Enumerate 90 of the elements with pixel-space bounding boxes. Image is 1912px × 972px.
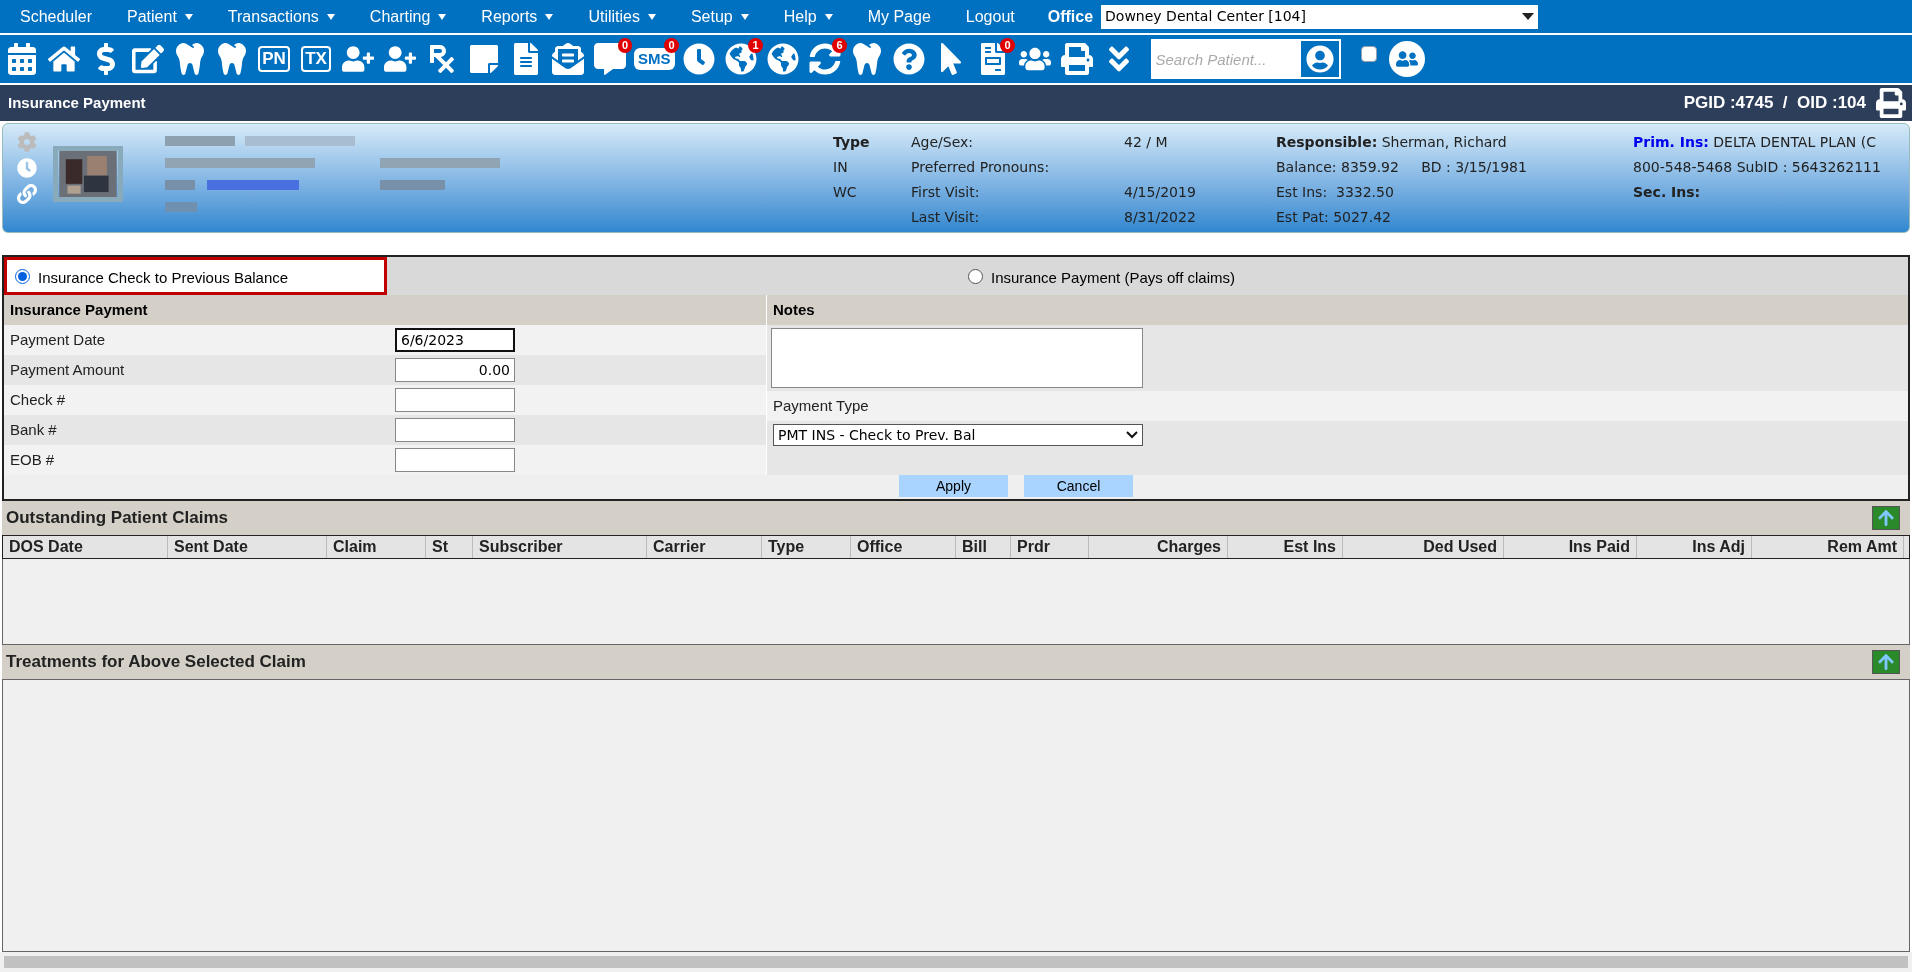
menu-item[interactable]: Transactions bbox=[227, 4, 335, 29]
detail-label: Preferred Pronouns: bbox=[911, 158, 1051, 177]
menu-item[interactable]: Reports bbox=[481, 4, 554, 29]
detail-label: Age/Sex: bbox=[911, 133, 975, 152]
column-header[interactable]: St bbox=[426, 536, 473, 558]
field-label: Check # bbox=[9, 389, 67, 410]
detail-label: First Visit: bbox=[911, 183, 981, 202]
section-header: Notes bbox=[767, 295, 1908, 325]
column-header[interactable]: Prdr bbox=[1011, 536, 1089, 558]
menu-item[interactable]: Charting bbox=[369, 4, 447, 29]
field-label: EOB # bbox=[9, 449, 56, 470]
printer-icon[interactable] bbox=[1876, 88, 1906, 118]
count-badge: 6 bbox=[832, 38, 847, 53]
column-header[interactable]: Charges bbox=[1089, 536, 1228, 558]
search-user-button[interactable] bbox=[1298, 39, 1341, 79]
column-header[interactable]: Carrier bbox=[647, 536, 762, 558]
caret-icon bbox=[184, 13, 193, 20]
notes-field[interactable] bbox=[771, 328, 1143, 388]
menu-item[interactable]: Setup bbox=[690, 4, 749, 29]
caret-icon bbox=[824, 13, 833, 20]
section-title: Treatments for Above Selected Claim bbox=[6, 651, 306, 674]
column-header[interactable]: Type bbox=[762, 536, 851, 558]
primary-insurance: Prim. Ins: DELTA DENTAL PLAN (C bbox=[1633, 133, 1877, 152]
column-header[interactable]: Ins Adj bbox=[1637, 536, 1752, 558]
field-label: Payment Type bbox=[773, 395, 869, 416]
input-field[interactable]: 0.00 bbox=[395, 358, 515, 382]
menu-item[interactable]: Utilities bbox=[588, 4, 656, 29]
type-heading: Type bbox=[833, 133, 871, 152]
field-label: Payment Date bbox=[9, 329, 107, 350]
input-field[interactable] bbox=[395, 418, 515, 442]
detail-value: 4/15/2019 bbox=[1124, 183, 1197, 202]
account-text: Balance: 8359.92 BD : 3/15/1981 bbox=[1276, 158, 1528, 177]
column-header[interactable]: Ins Paid bbox=[1504, 536, 1637, 558]
checkbox[interactable] bbox=[1360, 46, 1377, 62]
column-header[interactable]: Est Ins bbox=[1228, 536, 1343, 558]
form-button[interactable]: Apply bbox=[899, 475, 1008, 497]
scroll-up-icon[interactable] bbox=[1872, 506, 1900, 530]
detail-label: Last Visit: bbox=[911, 208, 981, 227]
type-text: WC bbox=[833, 183, 858, 202]
scroll-up-icon[interactable] bbox=[1872, 650, 1900, 674]
search-field[interactable]: Search Patient... bbox=[1150, 39, 1299, 79]
link-icon[interactable] bbox=[17, 184, 37, 204]
menu-item[interactable]: My Page bbox=[867, 4, 931, 29]
column-header[interactable]: Ded Used bbox=[1343, 536, 1504, 558]
caret-icon bbox=[545, 13, 554, 20]
column-header[interactable]: Subscriber bbox=[473, 536, 647, 558]
insurance-text: 800-548-5468 SubID : 5643262111 bbox=[1633, 158, 1881, 177]
type-text: IN bbox=[833, 158, 849, 177]
column-header[interactable]: Rem Amt bbox=[1752, 536, 1904, 558]
field-label: Bank # bbox=[9, 419, 58, 440]
payment-type-select[interactable]: PMT INS - Check to Prev. Bal bbox=[773, 424, 1143, 446]
menu-item[interactable]: Patient bbox=[127, 4, 193, 29]
account-text: Est Ins: 3332.50 bbox=[1276, 183, 1395, 202]
column-header[interactable]: Office bbox=[851, 536, 956, 558]
horizontal-scrollbar[interactable] bbox=[0, 952, 1912, 972]
radio-option[interactable]: Insurance Payment (Pays off claims) bbox=[960, 257, 1235, 295]
caret-icon bbox=[740, 13, 749, 20]
chevron-down-icon bbox=[1126, 431, 1138, 439]
secondary-insurance-label: Sec. Ins: bbox=[1633, 183, 1702, 202]
record-ids: PGID :4745 / OID :104 bbox=[1683, 92, 1866, 115]
detail-value: 8/31/2022 bbox=[1124, 208, 1197, 227]
group-search-icon[interactable] bbox=[1388, 41, 1425, 77]
input-field[interactable] bbox=[395, 388, 515, 412]
column-header[interactable]: Sent Date bbox=[168, 536, 327, 558]
column-header[interactable]: DOS Date bbox=[3, 536, 168, 558]
responsible-text: Responsible: Sherman, Richard bbox=[1276, 133, 1508, 152]
count-badge: 1 bbox=[748, 38, 763, 53]
menu-item[interactable]: Scheduler bbox=[20, 4, 93, 29]
menu-item[interactable]: Help bbox=[783, 4, 833, 29]
radio-option[interactable]: Insurance Check to Previous Balance bbox=[4, 257, 387, 295]
page-title: Insurance Payment bbox=[8, 92, 146, 113]
column-header[interactable]: Bill bbox=[956, 536, 1011, 558]
section-title: Outstanding Patient Claims bbox=[6, 507, 228, 530]
menu-item[interactable]: Logout bbox=[965, 4, 1015, 29]
caret-icon bbox=[326, 13, 335, 20]
account-text: Est Pat: 5027.42 bbox=[1276, 208, 1393, 227]
office-label: Office bbox=[1047, 6, 1094, 27]
section-header: Insurance Payment bbox=[4, 295, 766, 325]
caret-icon bbox=[438, 13, 447, 20]
office-select[interactable]: Downey Dental Center [104] bbox=[1101, 4, 1539, 29]
form-button[interactable]: Cancel bbox=[1024, 475, 1133, 497]
count-badge: 0 bbox=[664, 38, 679, 53]
input-field[interactable]: 6/6/2023 bbox=[395, 328, 515, 352]
detail-value: 42 / M bbox=[1124, 133, 1169, 152]
count-badge: 0 bbox=[1000, 38, 1015, 53]
dropdown-icon bbox=[1522, 13, 1535, 20]
field-label: Payment Amount bbox=[9, 359, 126, 380]
input-field[interactable] bbox=[395, 448, 515, 472]
column-header[interactable]: Claim bbox=[327, 536, 426, 558]
caret-icon bbox=[647, 13, 656, 20]
